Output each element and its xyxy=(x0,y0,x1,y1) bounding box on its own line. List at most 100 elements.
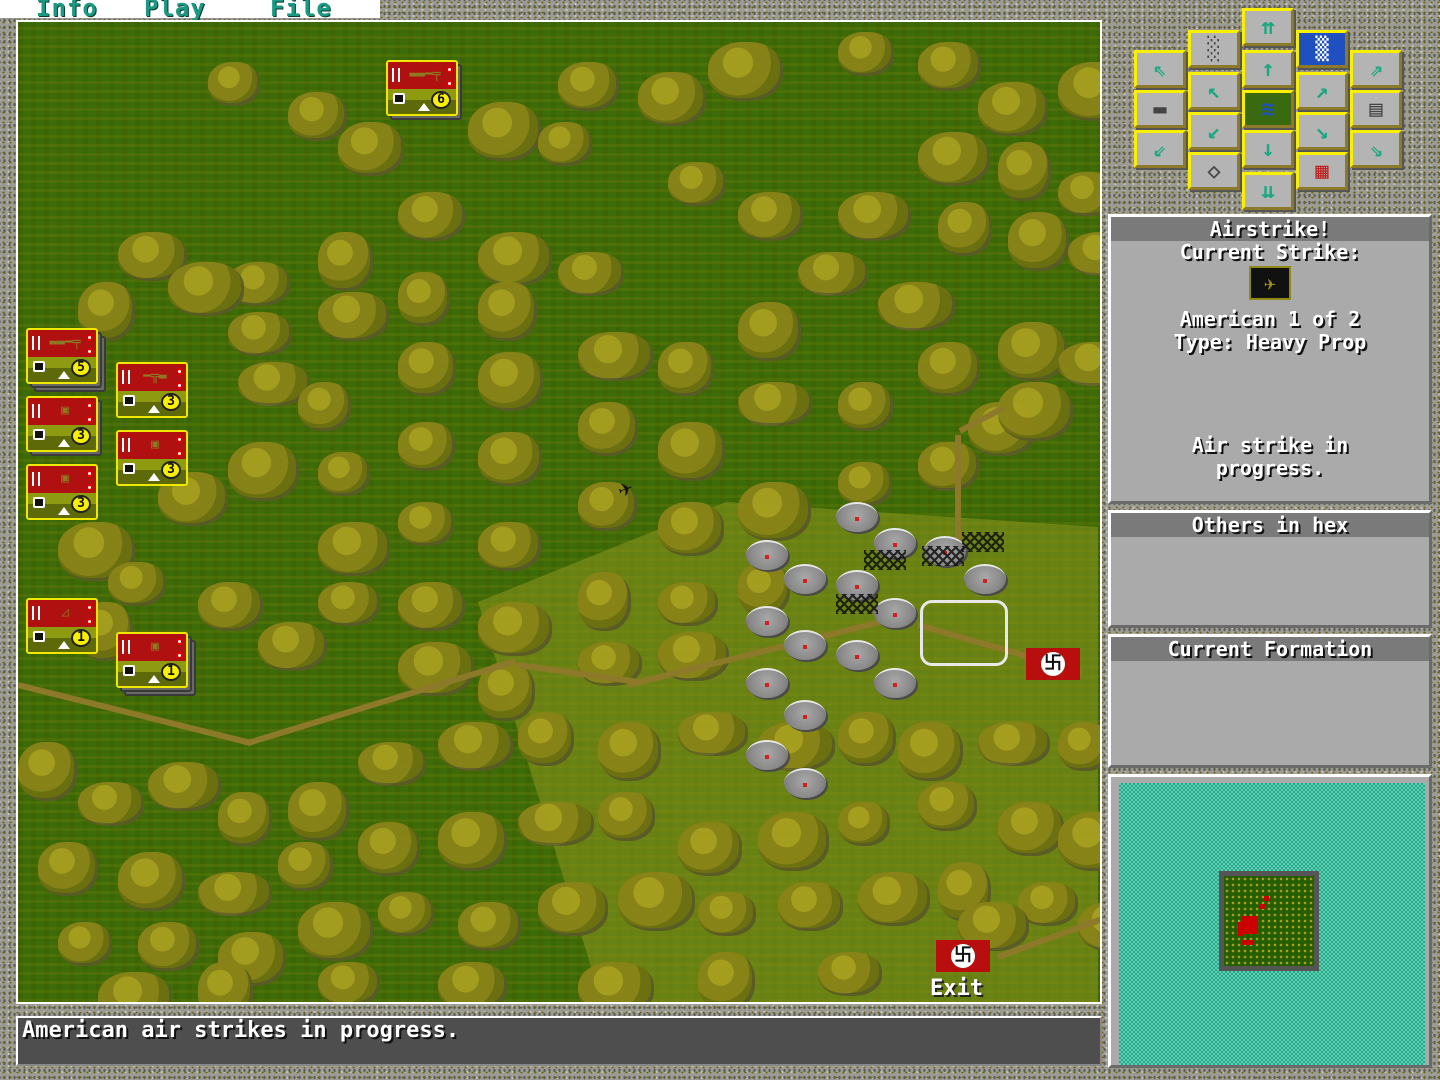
scroll-down-left-button[interactable]: ↙ xyxy=(1188,112,1240,150)
tree xyxy=(228,442,299,501)
status-dot-icon xyxy=(86,604,93,611)
tree xyxy=(338,122,404,176)
menu-file[interactable]: File xyxy=(270,0,332,22)
airstrike-panel: Airstrike! Current Strike: ✈ American 1 … xyxy=(1108,214,1432,504)
menu-info[interactable]: Info xyxy=(36,0,98,22)
german-objective-flag[interactable]: 卐 xyxy=(1026,648,1080,680)
tree xyxy=(658,422,725,481)
bunker[interactable] xyxy=(746,668,788,698)
tree xyxy=(38,842,98,896)
bunker[interactable] xyxy=(836,640,878,670)
strategic-map-button[interactable]: ≋ xyxy=(1242,90,1294,128)
scroll-up-left-button[interactable]: ↖ xyxy=(1188,72,1240,110)
bunker[interactable] xyxy=(784,630,826,660)
scroll-down-left-fast-button[interactable]: ⇙ xyxy=(1134,130,1186,168)
up-left-arrow-icon: ↖ xyxy=(1207,78,1221,104)
bunker[interactable] xyxy=(784,564,826,594)
current-strike-label: Current Strike: xyxy=(1179,240,1361,264)
notes-button[interactable]: ▤ xyxy=(1350,90,1402,128)
tree xyxy=(318,522,390,576)
scroll-down-fast-button[interactable]: ⇊ xyxy=(1242,172,1294,210)
unit-counter-armor[interactable]: ▣ 3 xyxy=(26,396,102,456)
unit-counter-infantry[interactable]: ▬▬━╤ 6 xyxy=(386,60,462,120)
tree xyxy=(318,582,380,626)
tree xyxy=(288,782,349,841)
tree xyxy=(358,742,426,786)
weather-button[interactable]: ▒ xyxy=(1296,30,1348,68)
minimap[interactable] xyxy=(1108,774,1432,1068)
bunker[interactable] xyxy=(874,598,916,628)
tree xyxy=(298,902,373,961)
tree xyxy=(478,352,543,411)
unit-counter-infantry[interactable]: ▬▬━╤ 5 xyxy=(26,328,106,392)
status-dot-icon xyxy=(176,450,183,457)
barbed-wire xyxy=(836,594,878,614)
tree xyxy=(478,282,537,341)
selected-hex-cursor[interactable] xyxy=(920,600,1008,666)
unit-size-icon xyxy=(122,640,130,654)
bunker[interactable] xyxy=(746,540,788,570)
unit-size-icon xyxy=(122,370,130,384)
tree xyxy=(598,792,655,841)
tree xyxy=(918,42,981,91)
exit-flag[interactable]: 卐 xyxy=(936,940,990,972)
bunker[interactable] xyxy=(784,700,826,730)
scroll-up-button[interactable]: ↑ xyxy=(1242,50,1294,88)
unit-counter-armor[interactable]: ▣ 3 xyxy=(116,430,188,486)
bunker[interactable] xyxy=(746,606,788,636)
tree xyxy=(218,792,272,846)
tree xyxy=(838,802,890,846)
tactical-map[interactable]: 卐 卐 Exit ✈ ▬▬━╤ 6 ▬▬━╤ 5 ━╦▬ 3 ▣ 3 ▣ 3 ▣… xyxy=(16,20,1102,1004)
minimap-viewport[interactable] xyxy=(1219,871,1319,971)
unit-counter-armor[interactable]: ▣ 3 xyxy=(26,464,98,520)
bunker[interactable] xyxy=(964,564,1006,594)
tree xyxy=(668,162,726,206)
scroll-up-right-button[interactable]: ↗ xyxy=(1296,72,1348,110)
tree xyxy=(918,782,977,831)
bunker[interactable] xyxy=(874,668,916,698)
unit-counter-armor[interactable]: ▣ 1 xyxy=(116,632,196,696)
status-dot-icon xyxy=(176,652,183,659)
scroll-up-right-fast-button[interactable]: ⇗ xyxy=(1350,50,1402,88)
center-view-button[interactable]: ◇ xyxy=(1188,152,1240,190)
observer-triangle-icon xyxy=(148,675,160,683)
hex-grid-icon: ░ xyxy=(1207,36,1221,62)
unit-size-icon xyxy=(392,68,400,82)
strike-status: Air strike in progress. xyxy=(1191,433,1349,480)
unit-strength: 5 xyxy=(71,359,91,377)
unit-size-icon xyxy=(32,404,40,418)
scroll-up-fast-button[interactable]: ⇈ xyxy=(1242,8,1294,46)
toggle-hexgrid-button[interactable]: ░ xyxy=(1188,30,1240,68)
strike-type: Type: Heavy Prop xyxy=(1173,330,1367,354)
unit-counter-artillery[interactable]: ◿ 1 xyxy=(26,598,98,654)
tree xyxy=(878,282,955,331)
scroll-down-button[interactable]: ↓ xyxy=(1242,130,1294,168)
tree xyxy=(398,192,465,241)
bunker[interactable] xyxy=(836,502,878,532)
minimap-unit xyxy=(1242,940,1254,945)
counter-face: ▬▬━╤ 5 xyxy=(26,328,98,384)
minefield-button[interactable]: ▦ xyxy=(1296,152,1348,190)
others-in-hex-title: Others in hex xyxy=(1111,513,1429,537)
menu-play[interactable]: Play xyxy=(144,0,206,22)
bunker[interactable] xyxy=(784,768,826,798)
armor-icon: ▣ xyxy=(151,437,159,452)
message-bar: American air strikes in progress. xyxy=(16,1016,1102,1066)
tree xyxy=(398,272,450,326)
observer-triangle-icon xyxy=(418,103,430,111)
crosshair-icon: ◇ xyxy=(1207,158,1221,184)
scroll-down-right-button[interactable]: ↘ xyxy=(1296,112,1348,150)
bunker[interactable] xyxy=(746,740,788,770)
unit-view-button[interactable]: ▬ xyxy=(1134,90,1186,128)
scroll-down-right-fast-button[interactable]: ⇘ xyxy=(1350,130,1402,168)
tree xyxy=(678,712,748,756)
others-in-hex-panel: Others in hex xyxy=(1108,510,1432,628)
tree xyxy=(938,202,992,256)
tree xyxy=(478,432,542,486)
machine-gun-icon: ━╦▬ xyxy=(143,369,167,384)
unit-counter-machine-gun[interactable]: ━╦▬ 3 xyxy=(116,362,188,418)
tree xyxy=(1058,62,1100,121)
current-formation-title: Current Formation xyxy=(1111,637,1429,661)
tree xyxy=(358,822,420,876)
scroll-up-left-fast-button[interactable]: ⇖ xyxy=(1134,50,1186,88)
